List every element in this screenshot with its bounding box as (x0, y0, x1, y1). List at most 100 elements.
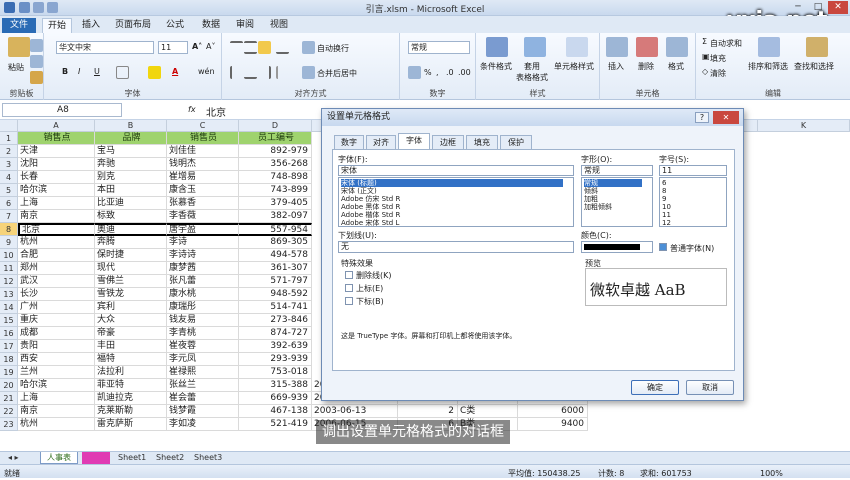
table-cell[interactable]: 892-979 (239, 145, 312, 158)
table-cell[interactable]: 2 (398, 405, 458, 418)
row-header[interactable]: 8 (0, 223, 18, 236)
table-cell[interactable]: 贵阳 (18, 340, 95, 353)
tab-file[interactable]: 文件 (2, 18, 36, 33)
table-cell[interactable]: 雪铁龙 (95, 288, 167, 301)
table-cell[interactable]: 西安 (18, 353, 95, 366)
clear-button[interactable]: 清除 (710, 68, 726, 79)
table-format-button[interactable]: 套用 表格格式 (516, 61, 548, 83)
table-cell[interactable]: 钱友易 (167, 314, 239, 327)
table-cell[interactable]: 382-097 (239, 210, 312, 223)
comma-icon[interactable]: , (436, 68, 439, 77)
delete-icon[interactable] (636, 37, 658, 57)
table-cell[interactable]: 哈尔滨 (18, 379, 95, 392)
underline-select[interactable]: 无 (338, 241, 574, 253)
sheet-tab-hr[interactable]: 人事表 (40, 452, 78, 464)
insert-button[interactable]: 插入 (608, 61, 624, 72)
percent-icon[interactable]: % (424, 68, 432, 77)
row-header[interactable]: 14 (0, 301, 18, 314)
shrink-font-icon[interactable]: A˅ (206, 42, 215, 51)
sheet-tab-2[interactable]: Sheet2 (150, 452, 190, 464)
row-header[interactable]: 18 (0, 353, 18, 366)
table-cell[interactable]: 刘佳佳 (167, 145, 239, 158)
italic-icon[interactable]: I (78, 67, 80, 76)
dialog-tab-number[interactable]: 数字 (334, 135, 364, 149)
table-cell[interactable]: 467-138 (239, 405, 312, 418)
merge-icon[interactable] (302, 66, 315, 79)
size-list-item[interactable]: 12 (662, 219, 671, 227)
font-list-item[interactable]: Adobe 仿宋 Std R (341, 195, 400, 203)
row-header[interactable]: 7 (0, 210, 18, 223)
table-cell[interactable]: 356-268 (239, 158, 312, 171)
font-list-item[interactable]: Adobe 楷体 Std R (341, 211, 400, 219)
decrease-decimal-icon[interactable]: .00 (458, 68, 471, 77)
table-cell[interactable]: 凯迪拉克 (95, 392, 167, 405)
table-cell[interactable]: 大众 (95, 314, 167, 327)
strikethrough-checkbox[interactable] (345, 271, 353, 279)
increase-decimal-icon[interactable]: .0 (446, 68, 454, 77)
table-cell[interactable]: 钱明杰 (167, 158, 239, 171)
sheet-tab-3[interactable]: Sheet3 (188, 452, 228, 464)
size-list[interactable]: 6 8 9 10 11 12 (659, 177, 727, 227)
row-header[interactable]: 6 (0, 197, 18, 210)
size-list-item[interactable]: 11 (662, 211, 671, 219)
col-header-d[interactable]: D (239, 120, 312, 132)
table-cell[interactable]: 宝马 (95, 145, 167, 158)
eraser-icon[interactable]: ◇ (702, 67, 708, 76)
align-right-icon[interactable] (258, 66, 271, 79)
cell-style-button[interactable]: 单元格样式 (554, 61, 594, 72)
table-cell[interactable]: 669-939 (239, 392, 312, 405)
table-cell[interactable]: 李诗 (167, 236, 239, 249)
row-header[interactable]: 20 (0, 379, 18, 392)
row-header[interactable]: 13 (0, 288, 18, 301)
sheet-nav-icon[interactable]: ◂ ▸ (2, 452, 25, 464)
formula-input[interactable]: 北京 (206, 104, 226, 119)
tab-formulas[interactable]: 公式 (160, 18, 190, 33)
size-list-item[interactable]: 10 (662, 203, 671, 211)
select-all[interactable] (0, 120, 18, 132)
table-cell[interactable]: 康梦茜 (167, 262, 239, 275)
col-header-k[interactable]: K (758, 120, 850, 132)
table-cell[interactable]: 长春 (18, 171, 95, 184)
font-list-item[interactable]: 宋体 (正文) (341, 187, 377, 195)
ok-button[interactable]: 确定 (631, 380, 679, 395)
table-cell[interactable]: 兰州 (18, 366, 95, 379)
wrap-text-button[interactable]: 自动换行 (317, 43, 349, 54)
dialog-tab-alignment[interactable]: 对齐 (366, 135, 396, 149)
table-cell[interactable]: 雪佛兰 (95, 275, 167, 288)
table-cell[interactable]: 康瑞彤 (167, 301, 239, 314)
row-header[interactable]: 2 (0, 145, 18, 158)
table-cell[interactable]: 武汉 (18, 275, 95, 288)
cancel-button[interactable]: 取消 (686, 380, 734, 395)
sort-filter-button[interactable]: 排序和筛选 (748, 61, 788, 72)
table-cell[interactable]: 557-954 (239, 223, 312, 236)
copy-icon[interactable] (30, 55, 43, 68)
font-list-item[interactable]: Adobe 黑体 Std R (341, 203, 400, 211)
table-cell[interactable]: 上海 (18, 392, 95, 405)
table-cell[interactable]: 沈阳 (18, 158, 95, 171)
table-cell[interactable]: 本田 (95, 184, 167, 197)
style-list[interactable]: 常规 倾斜 加粗 加粗倾斜 (581, 177, 653, 227)
top-align-icon[interactable] (230, 41, 243, 54)
sheet-tab-1[interactable]: Sheet1 (112, 452, 152, 464)
table-cell[interactable]: 帝豪 (95, 327, 167, 340)
table-cell[interactable]: 874-727 (239, 327, 312, 340)
font-list-item[interactable]: Adobe 宋体 Std L (341, 219, 399, 227)
border-icon[interactable] (116, 66, 129, 79)
table-cell[interactable]: 南京 (18, 405, 95, 418)
row-header[interactable]: 19 (0, 366, 18, 379)
table-cell[interactable]: 南京 (18, 210, 95, 223)
header-cell[interactable]: 品牌 (95, 132, 167, 145)
zoom-level[interactable]: 100% (760, 467, 783, 480)
table-cell[interactable]: 成都 (18, 327, 95, 340)
table-cell[interactable]: 奔腾 (95, 236, 167, 249)
table-cell[interactable]: 李香薇 (167, 210, 239, 223)
size-list-item[interactable]: 8 (662, 187, 666, 195)
table-cell[interactable]: 丰田 (95, 340, 167, 353)
table-cell[interactable]: 重庆 (18, 314, 95, 327)
conditional-format-icon[interactable] (486, 37, 508, 57)
sort-filter-icon[interactable] (758, 37, 780, 57)
wrap-text-icon[interactable] (302, 41, 315, 54)
table-cell[interactable]: 奥迪 (95, 223, 167, 236)
row-header[interactable]: 17 (0, 340, 18, 353)
table-cell[interactable]: 293-939 (239, 353, 312, 366)
